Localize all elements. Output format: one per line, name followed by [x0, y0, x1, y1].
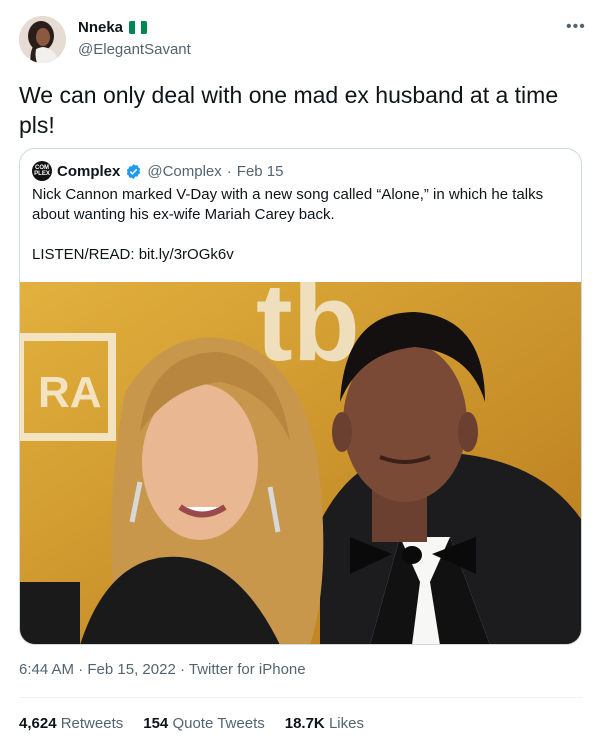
retweets-count: 4,624 — [19, 715, 57, 732]
more-horizontal-icon[interactable]: ••• — [566, 19, 586, 35]
tweet-time[interactable]: 6:44 AM — [19, 661, 74, 678]
meta-separator: · — [78, 661, 84, 678]
quoted-tweet-date[interactable]: Feb 15 — [237, 163, 284, 180]
nigeria-flag-icon — [129, 21, 148, 34]
quote-tweets-label: Quote Tweets — [172, 715, 265, 732]
quote-tweets-count: 154 — [143, 715, 169, 732]
likes-label: Likes — [328, 715, 364, 732]
tweet-date[interactable]: Feb 15, 2022 — [87, 661, 175, 678]
quoted-author-name[interactable]: Complex — [57, 163, 120, 180]
likes-count: 18.7K — [284, 715, 325, 732]
quoted-tweet-link[interactable]: LISTEN/READ: bit.ly/3rOGk6v — [32, 246, 234, 263]
separator-dot: · — [226, 162, 232, 180]
meta-separator: · — [179, 661, 185, 678]
avatar-photo — [19, 16, 66, 63]
retweets-label: Retweets — [60, 715, 124, 732]
quoted-tweet-card[interactable]: COM PLEX Complex @Complex · Feb 15 Nick … — [19, 148, 582, 645]
tweet-meta: 6:44 AM · Feb 15, 2022 · Twitter for iPh… — [19, 661, 306, 678]
quote-tweets-stat[interactable]: 154 Quote Tweets — [143, 715, 264, 732]
tweet-text: We can only deal with one mad ex husband… — [19, 82, 559, 138]
quoted-tweet-text: Nick Cannon marked V-Day with a new song… — [32, 185, 562, 225]
author-display-name[interactable]: Nneka — [78, 19, 123, 36]
verified-badge-icon — [127, 163, 141, 179]
tweet-stats: 4,624 Retweets 154 Quote Tweets 18.7K Li… — [19, 715, 364, 732]
quoted-tweet-body: Nick Cannon marked V-Day with a new song… — [32, 186, 544, 223]
complex-avatar-text: COM PLEX — [34, 165, 50, 177]
couple-photo: RA tb — [20, 282, 581, 644]
author-handle[interactable]: @ElegantSavant — [78, 41, 191, 58]
complex-avatar: COM PLEX — [32, 161, 52, 181]
quoted-tweet-header: COM PLEX Complex @Complex · Feb 15 — [32, 161, 283, 181]
likes-stat[interactable]: 18.7K Likes — [285, 715, 364, 732]
quoted-tweet-photo[interactable]: RA tb — [20, 282, 581, 644]
backdrop-badge-text: RA — [38, 368, 102, 417]
quoted-author-handle[interactable]: @Complex — [147, 163, 221, 180]
retweets-stat[interactable]: 4,624 Retweets — [19, 715, 123, 732]
author-name-row[interactable]: Nneka — [78, 19, 148, 36]
author-avatar[interactable] — [19, 16, 66, 63]
tweet-source[interactable]: Twitter for iPhone — [189, 661, 306, 678]
divider — [19, 697, 582, 698]
